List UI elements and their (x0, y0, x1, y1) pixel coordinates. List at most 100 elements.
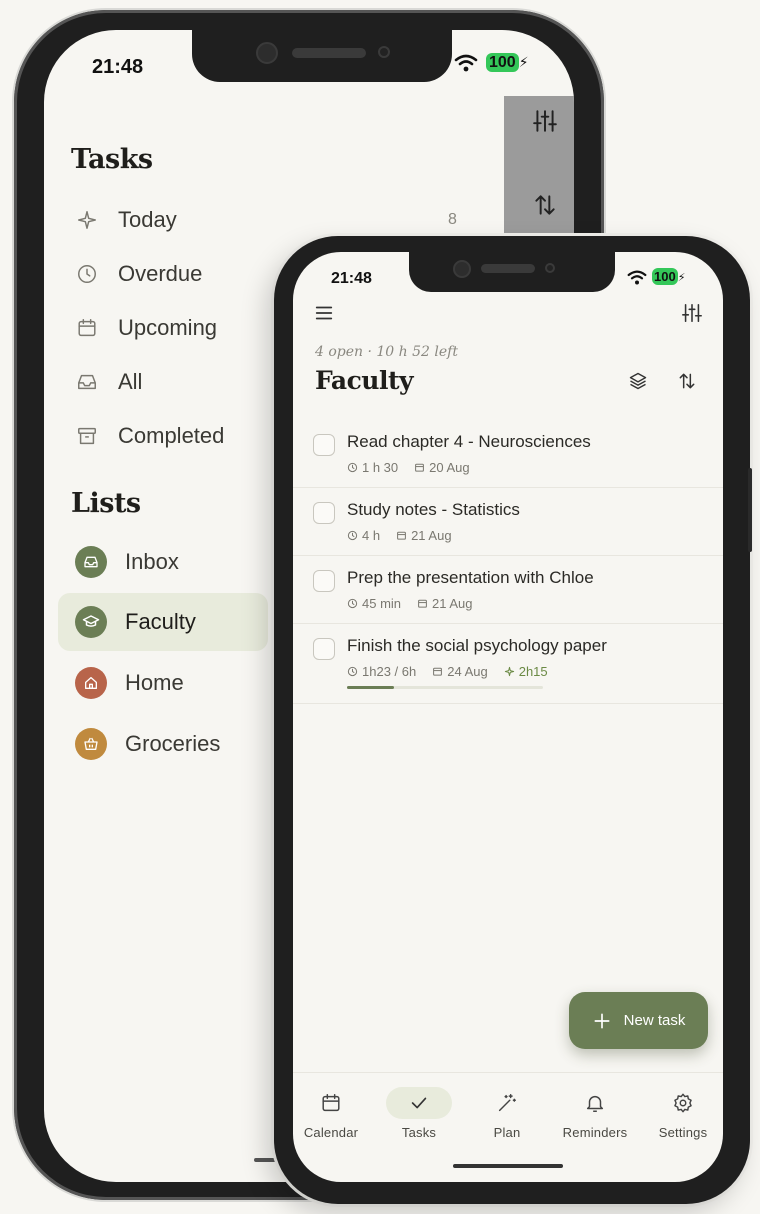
calendar-icon (418, 599, 427, 608)
magic-wand-icon (498, 1094, 516, 1112)
notch (192, 30, 452, 82)
sensor-icon (545, 263, 555, 273)
list-item-home[interactable]: Home (58, 654, 268, 712)
list-color-dot (75, 606, 107, 638)
tab-plan[interactable]: Plan (465, 1087, 549, 1140)
task-checkbox[interactable] (313, 570, 335, 592)
camera-icon (453, 260, 471, 278)
calendar-icon (415, 463, 425, 472)
page-title: Faculty (315, 366, 414, 395)
calendar-icon (433, 667, 443, 676)
sliders-icon[interactable] (532, 108, 558, 134)
nav-item-today[interactable]: Today 8 (76, 200, 496, 240)
task-duration: 45 min (362, 596, 402, 611)
layers-icon[interactable] (628, 371, 648, 391)
list-item-groceries[interactable]: Groceries (58, 715, 268, 773)
task-row[interactable]: Study notes - Statistics 4 h 21 Aug (293, 488, 723, 556)
list-label: Groceries (125, 731, 221, 756)
calendar-icon (78, 319, 96, 337)
speaker-grille (481, 264, 535, 273)
list-label: Inbox (125, 549, 179, 574)
task-row[interactable]: Read chapter 4 - Neurosciences 1 h 30 20… (293, 420, 723, 488)
sparkle-icon (504, 666, 514, 677)
calendar-icon (397, 531, 406, 540)
task-duration: 4 h (362, 528, 381, 543)
nav-label: Overdue (118, 261, 203, 286)
sort-icon[interactable] (677, 371, 697, 391)
task-progress-fill (347, 686, 395, 689)
task-meta: 1h23 / 6h 24 Aug 2h15 (347, 664, 564, 679)
new-task-label: New task (623, 1012, 686, 1029)
task-checkbox[interactable] (313, 434, 335, 456)
list-item-inbox[interactable]: Inbox (58, 533, 268, 591)
status-time: 21:48 (331, 270, 372, 287)
wifi-icon (627, 270, 647, 284)
tab-label: Plan (493, 1125, 521, 1140)
list-item-faculty[interactable]: Faculty (58, 593, 268, 651)
task-meta: 1 h 30 20 Aug (347, 460, 486, 475)
tab-label: Calendar (303, 1125, 359, 1140)
camera-icon (256, 42, 278, 64)
task-title: Prep the presentation with Chloe (347, 568, 594, 587)
calendar-icon (322, 1094, 340, 1112)
sensor-icon (378, 46, 390, 58)
task-meta: 4 h 21 Aug (347, 528, 468, 543)
archive-icon (78, 427, 96, 445)
clock-icon (78, 265, 96, 283)
task-date: 24 Aug (447, 664, 488, 679)
nav-label: All (118, 369, 143, 394)
home-indicator (453, 1164, 563, 1168)
tab-tasks[interactable]: Tasks (377, 1087, 461, 1140)
battery-level: 100 (486, 53, 519, 72)
task-date: 21 Aug (411, 528, 452, 543)
tab-calendar[interactable]: Calendar (293, 1087, 373, 1140)
list-label: Home (125, 670, 184, 695)
task-duration: 1 h 30 (362, 460, 399, 475)
task-duration: 1h23 / 6h (362, 664, 417, 679)
front-phone-screen: 21:48 100 ⚡ 4 open · 10 h 52 left Faculty… (293, 252, 723, 1182)
basket-icon (84, 737, 98, 750)
back-toolbar (504, 96, 574, 246)
task-row[interactable]: Prep the presentation with Chloe 45 min … (293, 556, 723, 624)
tab-label: Reminders (562, 1125, 628, 1140)
task-remaining: 2h15 (518, 664, 548, 679)
nav-label: Upcoming (118, 315, 218, 340)
tab-settings[interactable]: Settings (641, 1087, 723, 1140)
menu-icon[interactable] (313, 302, 335, 324)
task-date: 20 Aug (429, 460, 470, 475)
status-indicators: 100 ⚡ (454, 53, 529, 72)
clock-icon (347, 666, 358, 677)
tab-reminders[interactable]: Reminders (553, 1087, 637, 1140)
tab-label: Tasks (401, 1125, 437, 1140)
sort-icon[interactable] (532, 192, 558, 218)
notch (409, 252, 615, 292)
sparkle-icon (78, 211, 96, 229)
task-checkbox[interactable] (313, 638, 335, 660)
tab-label: Settings (658, 1125, 708, 1140)
task-row[interactable]: Finish the social psychology paper 1h23 … (293, 624, 723, 704)
charging-bolt-icon: ⚡ (518, 54, 529, 70)
charging-bolt-icon: ⚡ (677, 272, 686, 284)
task-checkbox[interactable] (313, 502, 335, 524)
bell-icon (586, 1095, 604, 1112)
side-button (748, 468, 752, 552)
task-title: Study notes - Statistics (347, 500, 520, 519)
status-time: 21:48 (92, 56, 144, 78)
new-task-button[interactable]: New task (569, 992, 708, 1049)
task-progress-bar (347, 686, 543, 689)
tasks-heading: Tasks (71, 144, 153, 175)
lists-heading: Lists (71, 488, 141, 519)
list-color-dot (75, 728, 107, 760)
list-label: Faculty (125, 609, 196, 634)
front-phone-frame: 21:48 100 ⚡ 4 open · 10 h 52 left Faculty… (274, 236, 752, 1204)
nav-label: Completed (118, 423, 225, 448)
list-color-dot (75, 667, 107, 699)
graduation-cap-icon (82, 615, 100, 627)
list-summary: 4 open · 10 h 52 left (315, 344, 458, 360)
sliders-icon[interactable] (681, 302, 703, 324)
task-meta: 45 min 21 Aug (347, 596, 489, 611)
check-icon (411, 1097, 427, 1109)
list-color-dot (75, 546, 107, 578)
speaker-grille (292, 48, 366, 58)
plus-icon (594, 1013, 610, 1028)
